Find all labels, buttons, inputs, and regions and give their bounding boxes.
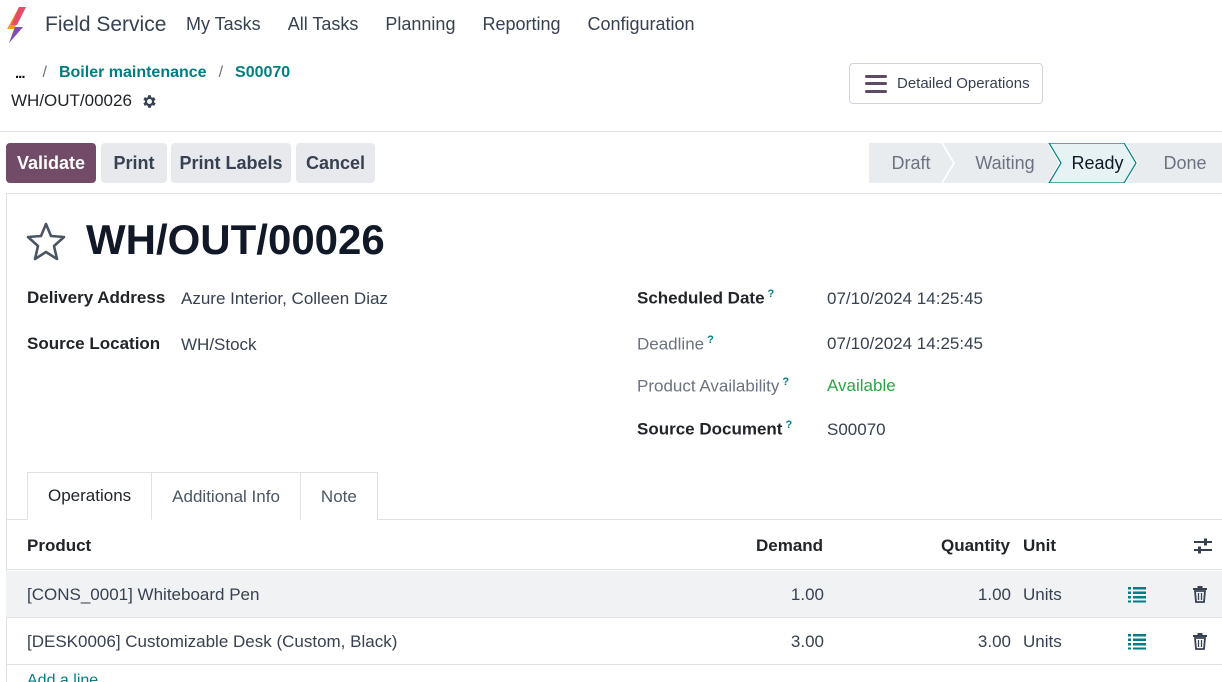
product-availability-label: Product Availability? <box>637 376 790 396</box>
record-title: WH/OUT/00026 <box>86 216 385 263</box>
menu-planning[interactable]: Planning <box>385 14 455 35</box>
notebook-tabs: Operations Additional Info Note <box>27 472 378 520</box>
source-location-label: Source Location <box>27 334 161 353</box>
product-availability-value: Available <box>827 376 896 395</box>
scheduled-date-label: Scheduled Date? <box>637 288 775 308</box>
details-list-icon[interactable] <box>1128 585 1146 603</box>
help-icon[interactable]: ? <box>782 376 789 388</box>
detailed-operations-label: Detailed Operations <box>897 75 1030 92</box>
breadcrumb-current: WH/OUT/00026 <box>11 91 158 111</box>
quantity-cell[interactable]: 1.00 <box>926 585 1011 605</box>
print-button[interactable]: Print <box>101 143 167 183</box>
product-cell[interactable]: [CONS_0001] Whiteboard Pen <box>27 585 259 605</box>
print-labels-button[interactable]: Print Labels <box>171 143 291 183</box>
quantity-cell[interactable]: 3.00 <box>926 632 1011 652</box>
details-list-icon[interactable] <box>1128 632 1146 650</box>
current-record-name: WH/OUT/00026 <box>11 91 132 110</box>
divider <box>0 131 1222 132</box>
source-location-field[interactable]: WH/Stock <box>181 335 257 355</box>
status-bar: Draft Waiting Ready Done <box>869 143 1222 183</box>
breadcrumb-s00070[interactable]: S00070 <box>235 64 290 82</box>
main-menu: My Tasks All Tasks Planning Reporting Co… <box>186 14 722 35</box>
tab-additional-info[interactable]: Additional Info <box>152 472 301 520</box>
help-icon[interactable]: ? <box>707 334 714 346</box>
trash-icon[interactable] <box>1191 632 1209 650</box>
status-waiting[interactable]: Waiting <box>955 143 1055 183</box>
tab-operations[interactable]: Operations <box>27 472 153 520</box>
table-row[interactable]: [CONS_0001] Whiteboard Pen 1.00 1.00 Uni… <box>6 571 1222 618</box>
list-icon <box>865 74 887 93</box>
top-navbar: Field Service My Tasks All Tasks Plannin… <box>0 0 1222 50</box>
gear-icon[interactable] <box>141 93 158 110</box>
demand-cell[interactable]: 1.00 <box>746 585 824 605</box>
deadline-field[interactable]: 07/10/2024 14:25:45 <box>827 334 983 354</box>
menu-my-tasks[interactable]: My Tasks <box>186 14 261 35</box>
demand-cell[interactable]: 3.00 <box>746 632 824 652</box>
add-line-link[interactable]: Add a line <box>27 672 98 682</box>
trash-icon[interactable] <box>1191 585 1209 603</box>
breadcrumb-separator: / <box>42 64 47 81</box>
help-icon[interactable]: ? <box>768 288 775 300</box>
deadline-label: Deadline? <box>637 334 714 354</box>
source-document-label: Source Document? <box>637 419 793 439</box>
delivery-address-field[interactable]: Azure Interior, Colleen Diaz <box>181 289 388 309</box>
column-unit[interactable]: Unit <box>1023 536 1056 556</box>
column-demand[interactable]: Demand <box>756 536 823 556</box>
validate-button[interactable]: Validate <box>6 143 96 183</box>
breadcrumb-ellipsis[interactable]: ... <box>15 65 25 82</box>
breadcrumb-boiler-maintenance[interactable]: Boiler maintenance <box>59 64 207 82</box>
delivery-address-label: Delivery Address <box>27 288 166 307</box>
status-done[interactable]: Done <box>1144 143 1222 183</box>
product-cell[interactable]: [DESK0006] Customizable Desk (Custom, Bl… <box>27 632 397 652</box>
star-icon[interactable] <box>25 221 67 261</box>
app-name[interactable]: Field Service <box>45 13 166 37</box>
menu-configuration[interactable]: Configuration <box>588 14 695 35</box>
menu-reporting[interactable]: Reporting <box>482 14 560 35</box>
table-row[interactable]: [DESK0006] Customizable Desk (Custom, Bl… <box>6 618 1222 665</box>
unit-cell[interactable]: Units <box>1023 632 1062 652</box>
breadcrumb-separator: / <box>218 64 224 81</box>
source-document-field[interactable]: S00070 <box>827 420 886 440</box>
breadcrumb: ... / Boiler maintenance / S00070 <box>15 64 302 82</box>
status-draft[interactable]: Draft <box>869 143 953 183</box>
column-product[interactable]: Product <box>27 536 91 556</box>
table-header: Product Demand Quantity Unit <box>6 520 1222 570</box>
help-icon[interactable]: ? <box>785 419 792 431</box>
tab-note[interactable]: Note <box>300 472 378 520</box>
scheduled-date-field[interactable]: 07/10/2024 14:25:45 <box>827 289 983 309</box>
unit-cell[interactable]: Units <box>1023 585 1062 605</box>
status-ready[interactable]: Ready <box>1059 143 1136 183</box>
column-quantity[interactable]: Quantity <box>941 536 1010 556</box>
column-settings-icon[interactable] <box>1193 537 1213 555</box>
menu-all-tasks[interactable]: All Tasks <box>288 14 359 35</box>
field-service-logo-icon[interactable] <box>5 7 33 43</box>
cancel-button[interactable]: Cancel <box>296 143 375 183</box>
detailed-operations-button[interactable]: Detailed Operations <box>849 63 1043 104</box>
